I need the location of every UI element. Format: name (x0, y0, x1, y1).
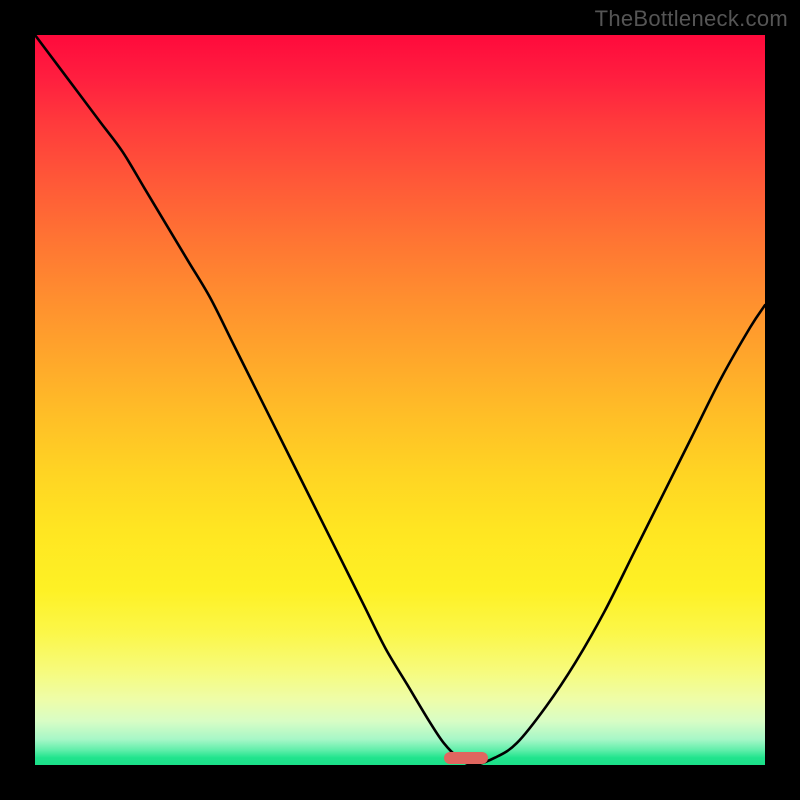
watermark-text: TheBottleneck.com (595, 6, 788, 32)
bottleneck-curve (35, 35, 765, 765)
plot-area (35, 35, 765, 765)
optimal-marker (444, 752, 488, 764)
chart-frame: TheBottleneck.com (0, 0, 800, 800)
